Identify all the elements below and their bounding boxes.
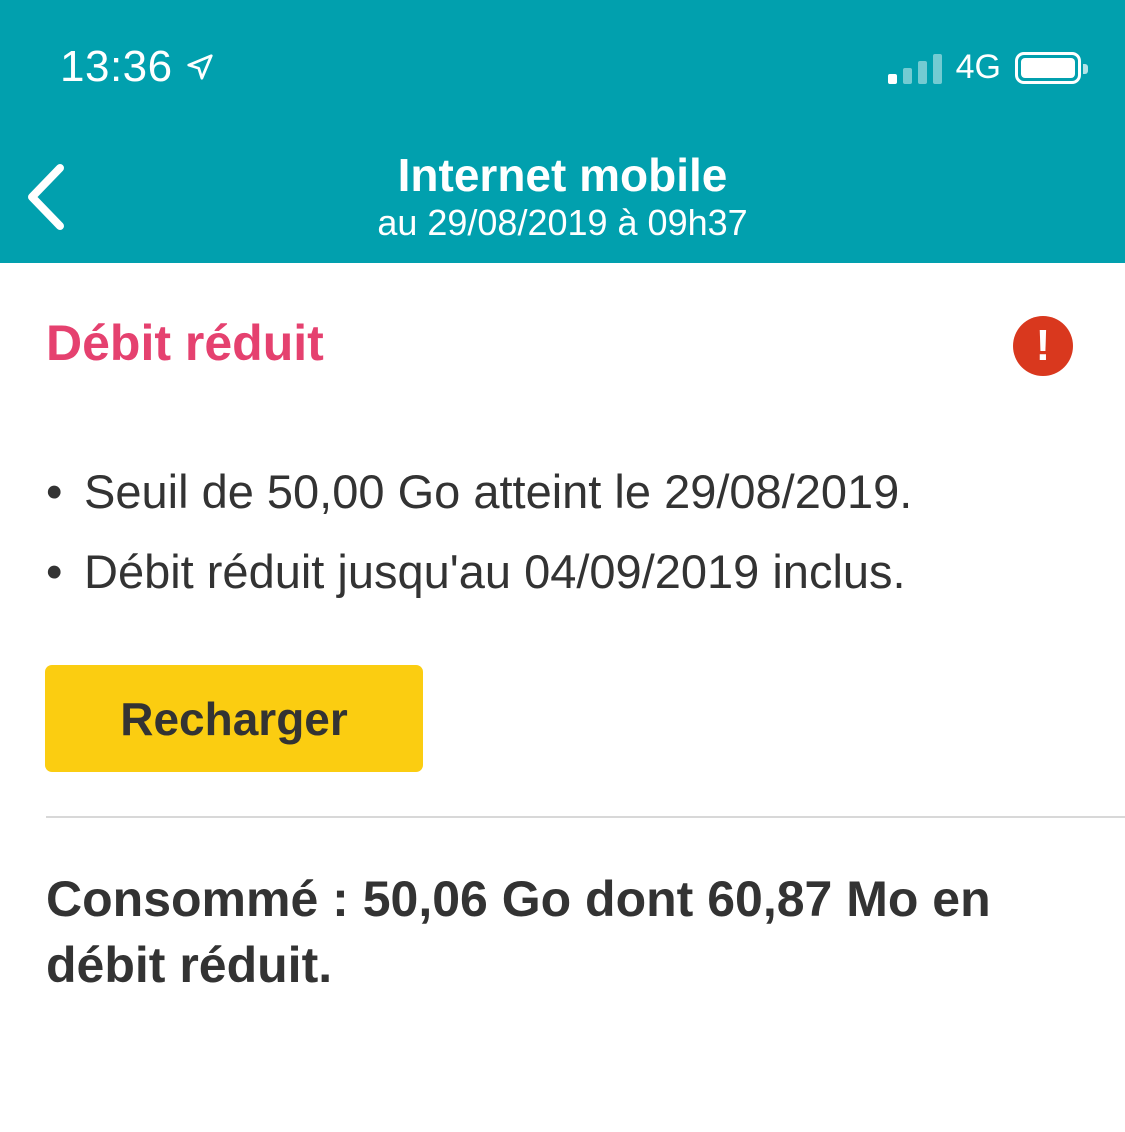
info-list: • Seuil de 50,00 Go atteint le 29/08/2019… bbox=[46, 452, 912, 612]
header-title-block: Internet mobile au 29/08/2019 à 09h37 bbox=[0, 148, 1125, 244]
list-item-text: Seuil de 50,00 Go atteint le 29/08/2019. bbox=[84, 465, 913, 518]
consumption-summary: Consommé : 50,06 Go dont 60,87 Mo en déb… bbox=[46, 871, 991, 993]
list-item: • Débit réduit jusqu'au 04/09/2019 inclus… bbox=[46, 532, 912, 612]
warning-exclamation-icon: ! bbox=[1013, 316, 1073, 376]
list-item-text: Débit réduit jusqu'au 04/09/2019 inclus. bbox=[84, 545, 906, 598]
bullet-marker: • bbox=[46, 465, 63, 518]
page-subtitle: au 29/08/2019 à 09h37 bbox=[377, 202, 748, 243]
signal-bar bbox=[887, 73, 897, 84]
network-type-label: 4G bbox=[955, 48, 1001, 86]
signal-bar bbox=[917, 60, 927, 84]
status-bar-right: 4G bbox=[887, 48, 1088, 87]
time-label: 13:36 bbox=[60, 42, 173, 91]
battery-level bbox=[1021, 57, 1075, 78]
battery-icon bbox=[1015, 51, 1088, 84]
divider bbox=[46, 816, 1125, 818]
alert-title: Débit réduit bbox=[46, 315, 324, 371]
signal-bar bbox=[902, 67, 912, 84]
location-arrow-icon bbox=[186, 54, 213, 80]
page-title: Internet mobile bbox=[397, 149, 728, 201]
bullet-marker: • bbox=[46, 545, 63, 598]
recharge-button[interactable]: Recharger bbox=[45, 665, 423, 772]
signal-bar bbox=[932, 53, 942, 84]
top-bar: 13:36 4G Internet mobile au 29/08/2019 à… bbox=[0, 0, 1125, 263]
signal-strength-icon bbox=[887, 52, 942, 84]
list-item: • Seuil de 50,00 Go atteint le 29/08/2019… bbox=[46, 452, 912, 532]
status-bar-time: 13:36 bbox=[60, 42, 215, 92]
